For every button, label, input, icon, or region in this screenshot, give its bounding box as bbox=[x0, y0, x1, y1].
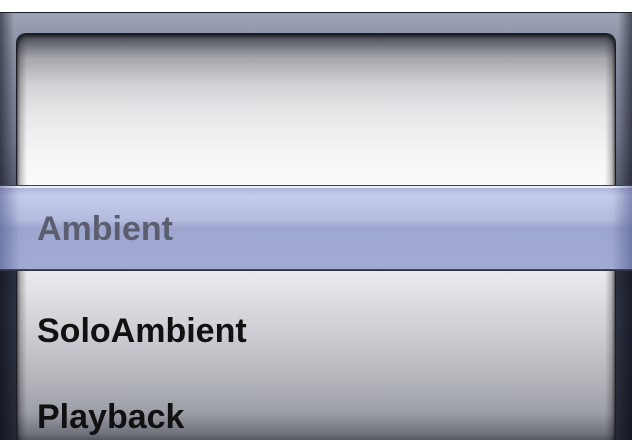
picker-option-soloambient[interactable]: SoloAmbient bbox=[37, 309, 247, 353]
selection-bar-right-edge bbox=[614, 186, 632, 270]
selection-bar-bottom-line bbox=[0, 269, 632, 270]
picker-selection-indicator: Ambient bbox=[0, 185, 632, 271]
selection-bar-left-edge bbox=[0, 186, 18, 270]
picker-option-playback[interactable]: Playback bbox=[37, 395, 184, 439]
selection-bar-highlight bbox=[0, 186, 632, 188]
picker-option-ambient-selected[interactable]: Ambient bbox=[37, 207, 173, 251]
